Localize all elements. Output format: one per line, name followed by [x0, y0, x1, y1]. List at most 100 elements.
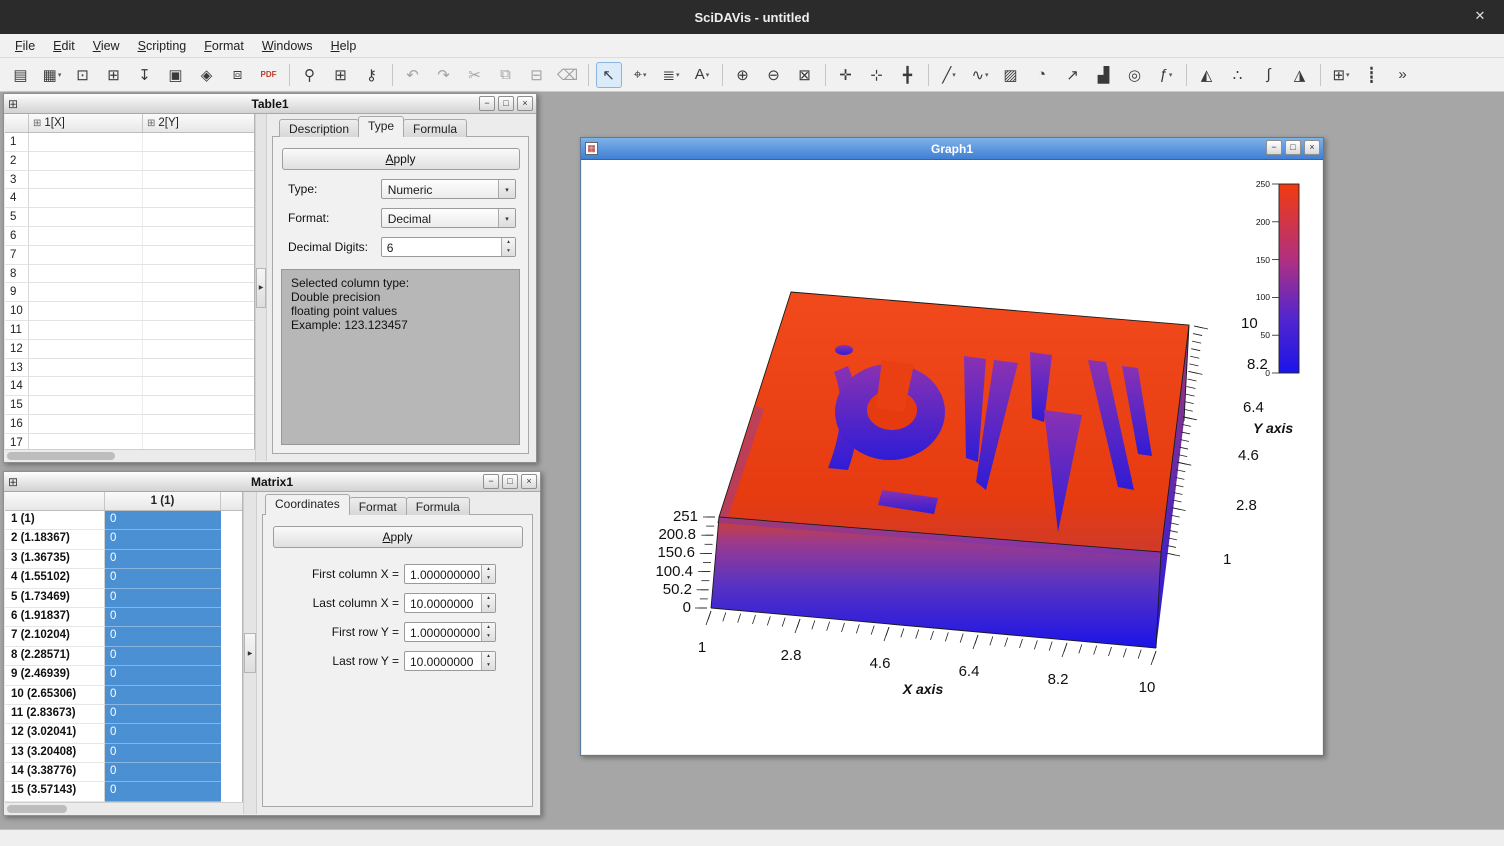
contour-icon[interactable]: ◎	[1122, 62, 1148, 88]
grid-cross-icon[interactable]: ╋	[895, 62, 921, 88]
table-cell[interactable]	[143, 246, 254, 264]
last-column-x-field[interactable]: 10.0000000 ▴▾	[404, 593, 496, 613]
table1-titlebar[interactable]: ⊞ Table1 − □ ×	[4, 94, 536, 114]
tab-type[interactable]: Type	[358, 116, 404, 137]
table-cell[interactable]	[143, 227, 254, 245]
close-button[interactable]: ×	[517, 96, 533, 111]
table-cell[interactable]	[143, 189, 254, 207]
matrix-cell[interactable]: 0	[105, 686, 221, 705]
column-header[interactable]: ⊞ 1[X]	[29, 114, 143, 132]
matrix-row-label[interactable]: 14 (3.38776)	[5, 763, 105, 782]
matrix-cell[interactable]: 0	[105, 744, 221, 763]
open-template-icon[interactable]: ⊞	[101, 62, 127, 88]
matrix-row-label[interactable]: 1 (1)	[5, 511, 105, 530]
save-project-icon[interactable]: ▣	[163, 62, 189, 88]
splitter-arrow-icon[interactable]: ▶	[256, 268, 266, 308]
table-cell[interactable]	[29, 434, 143, 449]
lock-icon[interactable]: ⚷	[359, 62, 385, 88]
table-cell[interactable]	[29, 283, 143, 301]
cut-icon[interactable]: ✂	[462, 62, 488, 88]
row-number[interactable]: 5	[5, 208, 29, 226]
row-number[interactable]: 2	[5, 152, 29, 170]
table-cell[interactable]	[29, 246, 143, 264]
matrix-cell[interactable]: 0	[105, 608, 221, 627]
add-curve-icon[interactable]: ∿▾	[967, 62, 993, 88]
column-header[interactable]: 1 (1)	[105, 492, 221, 510]
corner-cell[interactable]	[5, 492, 105, 510]
text-tool-icon[interactable]: A▾	[689, 62, 715, 88]
paste-icon[interactable]: ⊟	[524, 62, 550, 88]
corner-cell[interactable]	[5, 114, 29, 132]
graph1-titlebar[interactable]: ▦ Graph1 − □ ×	[581, 138, 1323, 160]
pie-chart-icon[interactable]: ◔	[1029, 62, 1055, 88]
table-cell[interactable]	[29, 171, 143, 189]
table-cell[interactable]	[29, 359, 143, 377]
plot3d-trajectory-icon[interactable]: ∫	[1256, 62, 1282, 88]
menu-help[interactable]: Help	[322, 35, 366, 57]
spin-down-icon[interactable]: ▾	[482, 603, 495, 612]
table-cell[interactable]	[29, 133, 143, 151]
close-button[interactable]: ×	[1304, 140, 1320, 155]
rescale-icon[interactable]: ⊠	[792, 62, 818, 88]
matrix1-splitter[interactable]: ▶	[243, 492, 257, 814]
spin-up-icon[interactable]: ▴	[482, 594, 495, 603]
minimize-button[interactable]: −	[479, 96, 495, 111]
table1-hscrollbar[interactable]	[5, 449, 255, 461]
menu-edit[interactable]: Edit	[44, 35, 84, 57]
spin-down-icon[interactable]: ▾	[482, 574, 495, 583]
matrix-row-label[interactable]: 3 (1.36735)	[5, 550, 105, 569]
save-template-icon[interactable]: ◈	[194, 62, 220, 88]
matrix-row-label[interactable]: 12 (3.02041)	[5, 724, 105, 743]
plot3d-surface-icon[interactable]: ◮	[1287, 62, 1313, 88]
row-number[interactable]: 15	[5, 396, 29, 414]
overflow-icon[interactable]: »	[1390, 62, 1416, 88]
matrix-row-label[interactable]: 15 (3.57143)	[5, 782, 105, 801]
table-cell[interactable]	[143, 434, 254, 449]
tab-coordinates[interactable]: Coordinates	[265, 494, 350, 515]
minimize-button[interactable]: −	[483, 474, 499, 489]
zoom-out-icon[interactable]: ⊖	[761, 62, 787, 88]
apply-button[interactable]: Apply	[273, 526, 523, 548]
matrix1-titlebar[interactable]: ⊞ Matrix1 − □ ×	[4, 472, 540, 492]
table-cell[interactable]	[29, 265, 143, 283]
menu-windows[interactable]: Windows	[253, 35, 322, 57]
matrix-row-label[interactable]: 7 (2.10204)	[5, 627, 105, 646]
matrix-row-label[interactable]: 10 (2.65306)	[5, 686, 105, 705]
first-row-y-field[interactable]: 1.000000000 ▴▾	[404, 622, 496, 642]
table-cell[interactable]	[29, 302, 143, 320]
scrollbar-thumb[interactable]	[7, 805, 67, 813]
menu-format[interactable]: Format	[195, 35, 253, 57]
add-image-icon[interactable]: ▨	[998, 62, 1024, 88]
chevron-down-icon[interactable]: ▾	[498, 209, 515, 227]
table-cell[interactable]	[143, 208, 254, 226]
table-cell[interactable]	[29, 321, 143, 339]
matrix-cell[interactable]: 0	[105, 569, 221, 588]
matrix-cell[interactable]: 0	[105, 589, 221, 608]
matrix-cell[interactable]: 0	[105, 511, 221, 530]
matrix-cell[interactable]: 0	[105, 627, 221, 646]
close-button[interactable]: ×	[521, 474, 537, 489]
row-number[interactable]: 6	[5, 227, 29, 245]
row-number[interactable]: 13	[5, 359, 29, 377]
select-range-icon[interactable]: ≣▾	[658, 62, 684, 88]
tab-description[interactable]: Description	[279, 119, 359, 137]
row-number[interactable]: 9	[5, 283, 29, 301]
tab-format[interactable]: Format	[349, 497, 407, 515]
row-number[interactable]: 16	[5, 415, 29, 433]
new-project-icon[interactable]: ▤	[8, 62, 34, 88]
matrix-row-label[interactable]: 9 (2.46939)	[5, 666, 105, 685]
matrix-cell[interactable]: 0	[105, 705, 221, 724]
new-aspect-icon[interactable]: ▦▾	[39, 62, 65, 88]
chevron-down-icon[interactable]: ▾	[498, 180, 515, 198]
crosshair-dot-icon[interactable]: ⊹	[864, 62, 890, 88]
matrix1-hscrollbar[interactable]	[5, 802, 243, 814]
table-cell[interactable]	[143, 133, 254, 151]
maximize-button[interactable]: □	[498, 96, 514, 111]
row-number[interactable]: 14	[5, 377, 29, 395]
row-number[interactable]: 1	[5, 133, 29, 151]
table-cell[interactable]	[29, 377, 143, 395]
zoom-in-icon[interactable]: ⊕	[730, 62, 756, 88]
spin-up-icon[interactable]: ▴	[482, 565, 495, 574]
matrix-row-label[interactable]: 8 (2.28571)	[5, 647, 105, 666]
first-column-x-field[interactable]: 1.000000000 ▴▾	[404, 564, 496, 584]
